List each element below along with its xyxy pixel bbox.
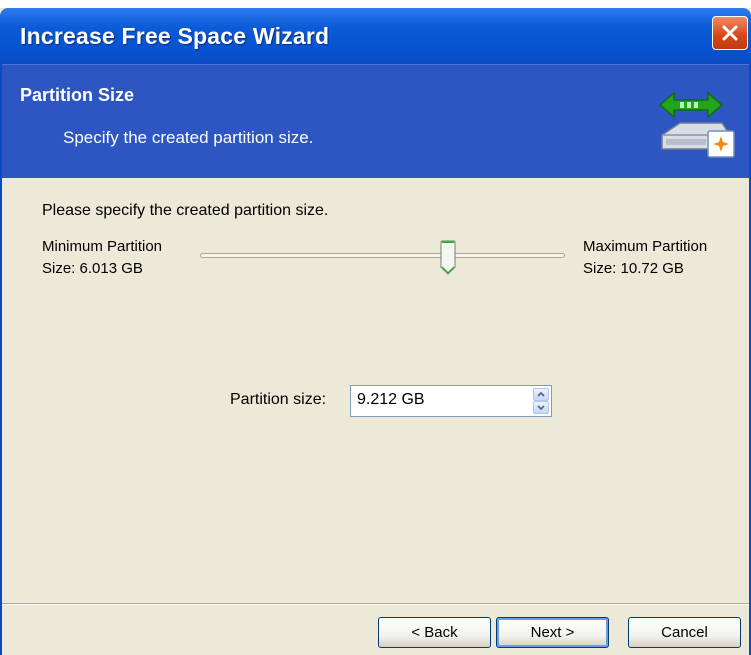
wizard-header: Partition Size Specify the created parti… bbox=[0, 64, 751, 179]
close-icon bbox=[722, 25, 738, 41]
max-label-line2: Size: 10.72 GB bbox=[583, 260, 684, 277]
footer-divider bbox=[0, 603, 751, 605]
chevron-down-icon bbox=[537, 405, 545, 411]
disk-resize-icon bbox=[658, 91, 735, 158]
close-button[interactable] bbox=[712, 16, 748, 50]
spin-down-button[interactable] bbox=[533, 401, 549, 414]
header-subtitle: Specify the created partition size. bbox=[63, 128, 314, 147]
min-label-line2: Size: 6.013 GB bbox=[42, 260, 143, 277]
minimum-partition-label: Minimum Partition Size: 6.013 GB bbox=[42, 236, 162, 280]
window-border-left bbox=[0, 64, 2, 655]
partition-size-spinbox[interactable]: 9.212 GB bbox=[350, 385, 552, 417]
chevron-up-icon bbox=[537, 391, 545, 397]
min-label-line1: Minimum Partition bbox=[42, 238, 163, 255]
back-button[interactable]: < Back bbox=[378, 617, 491, 648]
window-title: Increase Free Space Wizard bbox=[20, 23, 330, 49]
partition-size-value[interactable]: 9.212 GB bbox=[357, 391, 425, 409]
title-bar[interactable]: Increase Free Space Wizard bbox=[0, 8, 751, 64]
maximum-partition-label: Maximum Partition Size: 10.72 GB bbox=[583, 236, 707, 280]
wizard-content: Please specify the created partition siz… bbox=[0, 178, 751, 603]
partition-size-slider[interactable] bbox=[200, 240, 565, 280]
partition-size-label: Partition size: bbox=[230, 391, 327, 408]
max-label-line1: Maximum Partition bbox=[583, 238, 708, 255]
wizard-window: Increase Free Space Wizard Partition Siz… bbox=[0, 8, 751, 655]
slider-thumb[interactable] bbox=[440, 240, 456, 276]
header-title: Partition Size bbox=[20, 85, 135, 105]
cancel-button[interactable]: Cancel bbox=[628, 617, 741, 648]
slider-track[interactable] bbox=[200, 253, 565, 258]
spin-up-button[interactable] bbox=[533, 388, 549, 401]
spin-buttons bbox=[533, 388, 549, 414]
next-button[interactable]: Next > bbox=[496, 617, 609, 648]
instruction-text: Please specify the created partition siz… bbox=[42, 202, 329, 219]
